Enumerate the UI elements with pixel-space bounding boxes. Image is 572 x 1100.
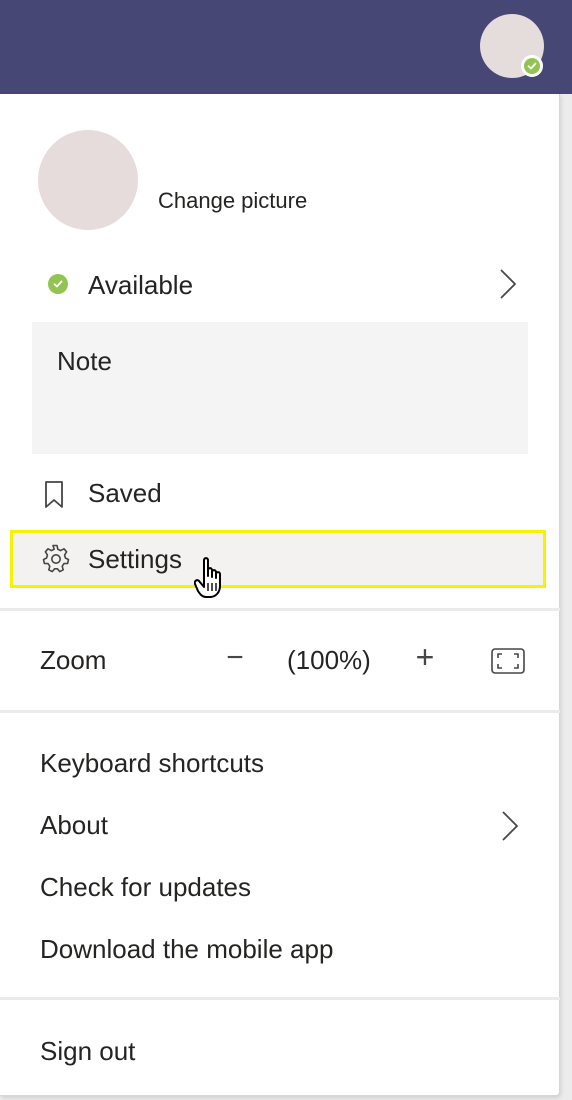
sign-out-item[interactable]: Sign out: [40, 1036, 135, 1067]
profile-avatar[interactable]: [38, 130, 138, 230]
divider: [0, 997, 560, 1000]
keyboard-shortcuts-item[interactable]: Keyboard shortcuts: [40, 748, 264, 779]
settings-menu-item[interactable]: Settings: [10, 530, 546, 588]
zoom-in-button[interactable]: +: [410, 639, 440, 675]
bookmark-icon: [45, 481, 63, 508]
divider: [0, 608, 560, 611]
check-for-updates-item[interactable]: Check for updates: [40, 872, 251, 903]
presence-available-icon: [48, 274, 68, 294]
status-label: Available: [88, 270, 194, 300]
note-placeholder: Note: [57, 346, 112, 376]
status-selector[interactable]: Available: [32, 258, 528, 314]
presence-available-icon: [521, 55, 543, 77]
zoom-label: Zoom: [40, 645, 107, 675]
status-note-input[interactable]: Note: [32, 322, 528, 454]
saved-label: Saved: [88, 478, 162, 508]
settings-label: Settings: [88, 544, 182, 574]
chevron-right-icon: [502, 811, 518, 841]
zoom-out-button[interactable]: −: [220, 641, 250, 677]
saved-menu-item[interactable]: Saved: [10, 466, 546, 522]
about-item[interactable]: About: [40, 810, 108, 841]
fullscreen-icon[interactable]: [490, 647, 526, 675]
change-picture-link[interactable]: Change picture: [158, 188, 307, 214]
chevron-right-icon: [500, 269, 516, 299]
title-bar: [0, 0, 572, 94]
profile-menu: Change picture Available Note Saved Sett…: [0, 94, 560, 1096]
zoom-level: (100%): [287, 645, 371, 675]
divider: [0, 710, 560, 713]
gear-icon: [42, 544, 70, 573]
hand-pointer-cursor-icon: [194, 557, 221, 598]
user-avatar-button[interactable]: [480, 14, 544, 78]
zoom-controls: Zoom − (100%) +: [0, 629, 560, 689]
download-mobile-app-item[interactable]: Download the mobile app: [40, 934, 333, 965]
